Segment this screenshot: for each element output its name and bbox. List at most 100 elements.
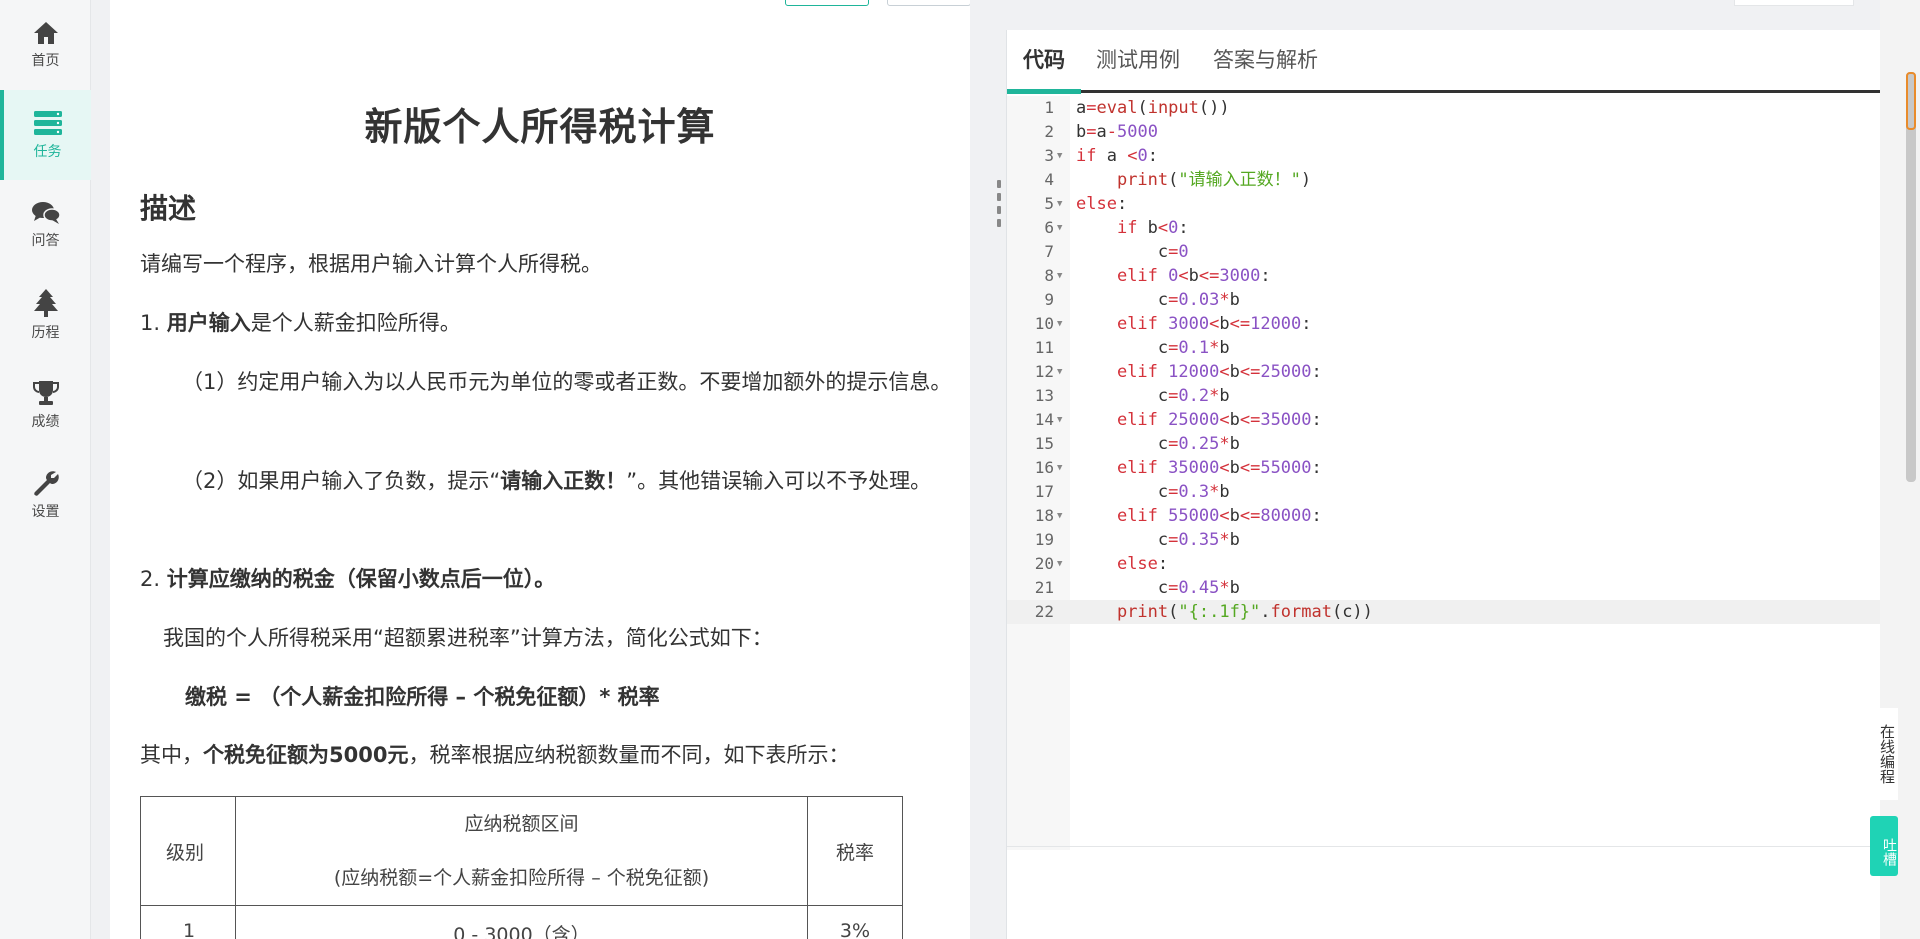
fold-toggle-icon[interactable]: ▼ <box>1057 144 1062 168</box>
rule-2-pre: （2）如果用户输入了负数，提示“ <box>182 469 501 493</box>
rule-2: （2）如果用户输入了负数，提示“请输入正数！”。其他错误输入可以不予处理。 <box>140 462 970 500</box>
nav-item-history[interactable]: 历程 <box>0 270 91 360</box>
point-2-bold: 计算应缴纳的税金（保留小数点后一位）。 <box>166 567 556 591</box>
code-line[interactable]: 3 ▼ if a <0: <box>1007 144 1881 168</box>
line-number: 16 <box>1034 458 1054 477</box>
tax-formula: 缴税 = （个人薪金扣险所得 – 个税免征额）* 税率 <box>185 685 660 709</box>
nav-label: 问答 <box>31 233 60 249</box>
line-number: 7 <box>1044 242 1054 261</box>
code-line[interactable]: 20 ▼ else: <box>1007 552 1881 576</box>
code-line[interactable]: 4 print("请输入正数！") <box>1007 168 1881 192</box>
line-number: 10 <box>1034 314 1054 333</box>
tab-answer-analysis[interactable]: 答案与解析 <box>1213 44 1318 90</box>
code-text: else: <box>1116 554 1169 574</box>
code-editor[interactable]: 1 a=eval(input()) 2 b=a-5000 3 ▼ if a <0: 4 pri… <box>1007 96 1881 850</box>
panel-resize-handle[interactable] <box>997 180 1003 230</box>
fold-toggle-icon[interactable]: ▼ <box>1057 312 1062 336</box>
line-number: 15 <box>1034 434 1054 453</box>
code-line[interactable]: 15 c=0.25*b <box>1007 432 1881 456</box>
fold-toggle-icon[interactable]: ▼ <box>1057 456 1062 480</box>
line-number: 11 <box>1034 338 1054 357</box>
cell-range: 0 - 3000（含） <box>235 905 808 939</box>
code-text: c=0.1*b <box>1076 338 1230 358</box>
line-number: 21 <box>1034 578 1054 597</box>
line-number: 18 <box>1034 506 1054 525</box>
code-line[interactable]: 8 ▼ elif 0<b<=3000: <box>1007 264 1881 288</box>
code-text: elif 25000<b<=35000: <box>1116 410 1322 430</box>
fold-toggle-icon[interactable]: ▼ <box>1057 264 1062 288</box>
code-text: c=0.25*b <box>1076 434 1240 454</box>
editor-panel: 代码 测试用例 答案与解析 1 a=eval(input()) 2 b=a-5000 3… <box>1006 30 1881 939</box>
table-row: 1 0 - 3000（含） 3% <box>140 905 903 939</box>
wrench-icon <box>33 471 59 496</box>
code-text: if a <0: <box>1076 146 1158 166</box>
code-line[interactable]: 6 ▼ if b<0: <box>1007 216 1881 240</box>
code-text: c=0.3*b <box>1076 482 1230 502</box>
nav-item-settings[interactable]: 设置 <box>0 450 91 540</box>
code-text: c=0.45*b <box>1076 578 1240 598</box>
tab-test-cases[interactable]: 测试用例 <box>1096 44 1180 90</box>
fold-toggle-icon[interactable]: ▼ <box>1057 192 1062 216</box>
code-line[interactable]: 10 ▼ elif 3000<b<=12000: <box>1007 312 1881 336</box>
line-number: 5 <box>1044 194 1054 213</box>
code-line[interactable]: 7 c=0 <box>1007 240 1881 264</box>
line-number: 3 <box>1044 146 1054 165</box>
nav-label: 设置 <box>31 504 60 520</box>
editor-top-button[interactable] <box>1734 0 1854 6</box>
nav-label: 成绩 <box>31 414 60 430</box>
code-line[interactable]: 9 c=0.03*b <box>1007 288 1881 312</box>
top-action-button[interactable] <box>785 0 869 6</box>
code-text: if b<0: <box>1116 218 1189 238</box>
code-line[interactable]: 2 b=a-5000 <box>1007 120 1881 144</box>
code-line[interactable]: 19 c=0.35*b <box>1007 528 1881 552</box>
code-text: c=0.2*b <box>1076 386 1230 406</box>
code-text: b=a-5000 <box>1076 122 1158 142</box>
fold-toggle-icon[interactable]: ▼ <box>1057 504 1062 528</box>
nav-item-home[interactable]: 首页 <box>0 0 91 90</box>
code-text: elif 55000<b<=80000: <box>1116 506 1322 526</box>
problem-title: 新版个人所得税计算 <box>364 105 716 149</box>
code-line[interactable]: 18 ▼ elif 55000<b<=80000: <box>1007 504 1881 528</box>
fold-toggle-icon[interactable]: ▼ <box>1057 552 1062 576</box>
fold-toggle-icon[interactable]: ▼ <box>1057 360 1062 384</box>
code-line[interactable]: 13 c=0.2*b <box>1007 384 1881 408</box>
fold-toggle-icon[interactable]: ▼ <box>1057 216 1062 240</box>
code-line[interactable]: 21 c=0.45*b <box>1007 576 1881 600</box>
section-heading-description: 描述 <box>140 192 197 225</box>
nav-item-grades[interactable]: 成绩 <box>0 360 91 450</box>
code-line[interactable]: 1 a=eval(input()) <box>1007 96 1881 120</box>
line-number: 6 <box>1044 218 1054 237</box>
nav-item-tasks[interactable]: 任务 <box>0 90 91 180</box>
point-1-bold: 用户输入 <box>166 311 251 335</box>
code-line[interactable]: 14 ▼ elif 25000<b<=35000: <box>1007 408 1881 432</box>
line-number: 12 <box>1034 362 1054 381</box>
code-text: c=0 <box>1076 242 1189 262</box>
cell-rate: 3% <box>807 905 903 939</box>
exemption-bold: 个税免征额为5000元 <box>203 743 409 767</box>
nav-label: 任务 <box>33 144 62 160</box>
fold-toggle-icon[interactable]: ▼ <box>1057 408 1062 432</box>
nav-item-qa[interactable]: 问答 <box>0 180 91 270</box>
online-coding-tab[interactable]: 在线编程 <box>1870 708 1898 800</box>
code-line[interactable]: 5 ▼ else: <box>1007 192 1881 216</box>
code-line[interactable]: 22 print("{:.1f}".format(c)) <box>1007 600 1881 624</box>
code-line[interactable]: 12 ▼ elif 12000<b<=25000: <box>1007 360 1881 384</box>
code-line[interactable]: 16 ▼ elif 35000<b<=55000: <box>1007 456 1881 480</box>
cell-level: 1 <box>140 905 236 939</box>
intro-paragraph: 请编写一个程序，根据用户输入计算个人所得税。 <box>140 252 602 276</box>
code-line[interactable]: 17 c=0.3*b <box>1007 480 1881 504</box>
line-number: 2 <box>1044 122 1054 141</box>
header-range-line2: (应纳税额=个人薪金扣险所得 – 个税免征额) <box>333 867 710 889</box>
feedback-button[interactable]: 吐槽 <box>1870 816 1898 876</box>
header-range: 应纳税额区间 (应纳税额=个人薪金扣险所得 – 个税免征额) <box>235 796 808 906</box>
top-secondary-button[interactable] <box>887 0 970 6</box>
page-scrollbar-thumb[interactable] <box>1906 72 1916 482</box>
tab-code[interactable]: 代码 <box>1007 44 1081 94</box>
rule-2-post: ”。其他错误输入可以不予处理。 <box>626 469 932 493</box>
line-number: 4 <box>1044 170 1054 189</box>
tasks-icon <box>33 111 62 135</box>
code-line[interactable]: 11 c=0.1*b <box>1007 336 1881 360</box>
table-header-row: 级别 应纳税额区间 (应纳税额=个人薪金扣险所得 – 个税免征额) 税率 <box>140 796 903 906</box>
line-number: 17 <box>1034 482 1054 501</box>
code-text: elif 3000<b<=12000: <box>1116 314 1312 334</box>
